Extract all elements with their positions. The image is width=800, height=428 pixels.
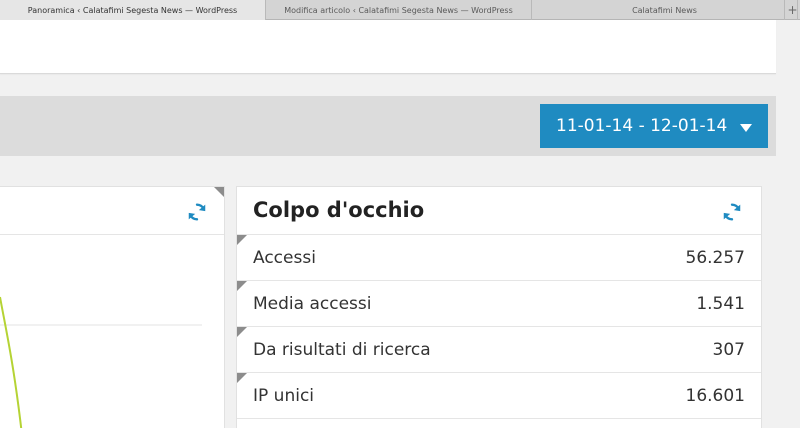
date-range-label: 11-01-14 - 12-01-14 [556,116,728,136]
tab-label: Calatafimi News [632,5,697,15]
new-tab-button[interactable]: + [784,0,800,20]
stat-label: Da risultati di ricerca [253,339,431,360]
chart-widget [0,186,225,428]
stat-row-risultati-ricerca[interactable]: Da risultati di ricerca 307 [237,327,761,373]
at-a-glance-widget: Colpo d'occhio Accessi 56.257 Media acce… [236,186,762,428]
widget-title: Colpo d'occhio [253,198,425,222]
stat-value: 56.257 [685,247,745,268]
stat-row-accessi[interactable]: Accessi 56.257 [237,235,761,281]
row-corner-handle [237,281,247,291]
stat-label: Media accessi [253,293,372,314]
caret-down-icon [740,124,752,132]
row-corner-handle [237,327,247,337]
refresh-icon[interactable] [186,201,208,223]
stat-row-media-accessi[interactable]: Media accessi 1.541 [237,281,761,327]
stat-value: 1.541 [696,293,745,314]
top-panel [0,20,776,74]
tab-label: Panoramica ‹ Calatafimi Segesta News — W… [27,5,238,15]
stat-row-ip-unici[interactable]: IP unici 16.601 [237,373,761,419]
date-range-dropdown[interactable]: 11-01-14 - 12-01-14 [540,104,768,148]
at-a-glance-header: Colpo d'occhio [237,187,761,235]
stat-value: 16.601 [685,385,745,406]
widget-corner-handle[interactable] [214,187,224,197]
row-corner-handle [237,373,247,383]
browser-tab[interactable]: Calatafimi News [532,0,798,20]
tab-label: Modifica articolo ‹ Calatafimi Segesta N… [284,5,513,15]
chart-widget-header [0,187,224,235]
browser-tab[interactable]: Panoramica ‹ Calatafimi Segesta News — W… [0,0,266,20]
stat-value: 307 [712,339,745,360]
row-corner-handle [237,235,247,245]
stat-label: IP unici [253,385,315,406]
refresh-icon[interactable] [721,201,743,223]
browser-tab-bar: Panoramica ‹ Calatafimi Segesta News — W… [0,0,800,20]
stat-label: Accessi [253,247,316,268]
chart-series-line [0,296,23,428]
chart-area [0,296,202,428]
browser-tab[interactable]: Modifica articolo ‹ Calatafimi Segesta N… [266,0,532,20]
